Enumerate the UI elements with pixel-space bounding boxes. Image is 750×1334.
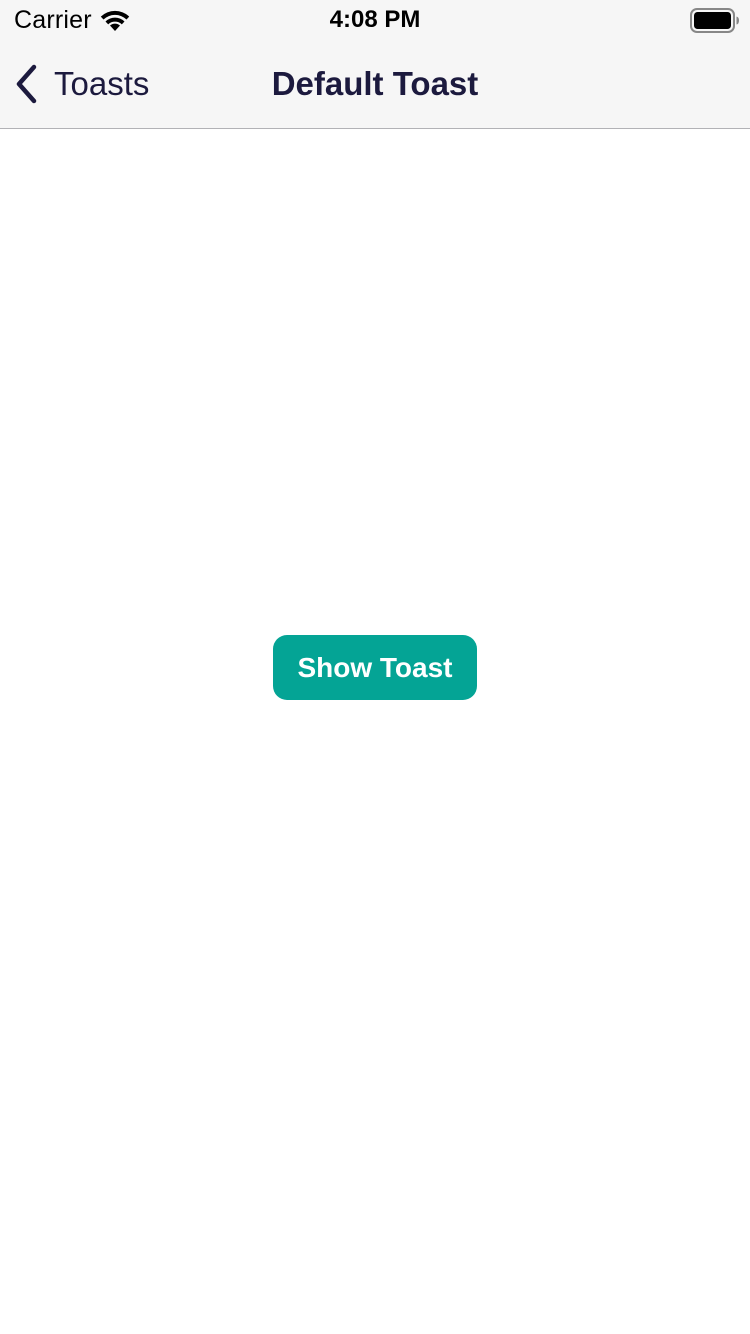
screen: Carrier 4:08 PM Toasts Default Toast Sho… bbox=[0, 0, 750, 1334]
status-time: 4:08 PM bbox=[329, 6, 421, 33]
page-title: Default Toast bbox=[271, 65, 479, 102]
main-content: Show Toast bbox=[0, 129, 750, 1334]
status-bar: Carrier 4:08 PM bbox=[0, 0, 750, 40]
battery-full-icon bbox=[690, 8, 739, 33]
show-toast-button[interactable]: Show Toast bbox=[273, 635, 477, 700]
navigation-bar: Toasts Default Toast bbox=[0, 40, 750, 128]
top-bars: Carrier 4:08 PM Toasts Default Toast bbox=[0, 0, 750, 129]
